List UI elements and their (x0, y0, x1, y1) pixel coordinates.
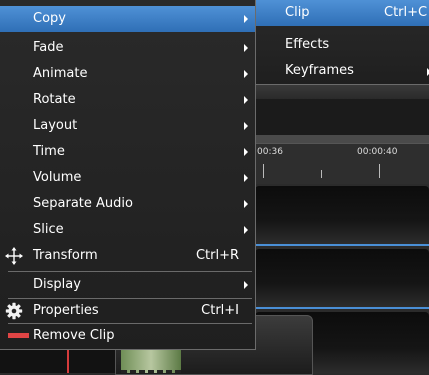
submenu-item-label: Keyframes (285, 63, 354, 78)
submenu-arrow-icon (244, 70, 248, 78)
menu-item-label: Copy (33, 11, 66, 26)
menu-item-label: Volume (33, 170, 82, 185)
shortcut-text: Ctrl+C (384, 5, 428, 20)
context-menu: Copy Fade Animate Rotate Layout Time Vol… (0, 0, 256, 350)
shortcut-text: Ctrl+I (201, 303, 239, 318)
submenu-arrow-icon (244, 200, 248, 208)
submenu-arrow-icon (244, 174, 248, 182)
menu-item-slice[interactable]: Slice (0, 217, 255, 243)
submenu-item-label: Effects (285, 37, 330, 52)
timeline-track[interactable] (255, 186, 429, 244)
ruler-tick-label: 00:36 (257, 147, 283, 157)
submenu-arrow-icon (244, 44, 248, 52)
submenu-arrow-icon (244, 122, 248, 130)
copy-submenu: Clip Ctrl+C Effects Keyframes (256, 0, 429, 85)
submenu-item-effects[interactable]: Effects (256, 33, 429, 57)
remove-icon (8, 333, 29, 338)
gear-icon (5, 302, 23, 320)
submenu-arrow-icon (244, 96, 248, 104)
timeline-divider (255, 135, 429, 143)
timeline-ruler[interactable]: 00:36 00:00:40 (255, 143, 429, 184)
menu-item-label: Rotate (33, 92, 76, 107)
menu-item-fade[interactable]: Fade (0, 35, 255, 61)
submenu-arrow-icon (244, 281, 248, 289)
menu-item-volume[interactable]: Volume (0, 165, 255, 191)
menu-item-remove-clip[interactable]: Remove Clip (0, 323, 255, 349)
menu-item-layout[interactable]: Layout (0, 113, 255, 139)
clip-thumbnail (121, 347, 181, 373)
submenu-item-clip[interactable]: Clip Ctrl+C (256, 0, 429, 26)
timeline-header (255, 99, 429, 135)
menu-item-animate[interactable]: Animate (0, 61, 255, 87)
submenu-item-keyframes[interactable]: Keyframes (256, 59, 429, 83)
track-separator (255, 244, 429, 246)
menu-item-label: Slice (33, 222, 64, 237)
move-arrows-icon (5, 247, 23, 265)
track-separator (255, 307, 429, 309)
menu-item-label: Transform (33, 248, 98, 263)
timeline-toolbar-strip (255, 85, 429, 99)
shortcut-text: Ctrl+R (195, 248, 239, 263)
submenu-item-label: Clip (285, 5, 310, 20)
menu-item-separate-audio[interactable]: Separate Audio (0, 191, 255, 217)
submenu-arrow-icon (244, 226, 248, 234)
menu-item-label: Animate (33, 66, 88, 81)
ruler-tick-label: 00:00:40 (357, 147, 398, 157)
menu-item-label: Separate Audio (33, 196, 133, 211)
menu-item-label: Fade (33, 40, 64, 55)
submenu-arrow-icon (244, 15, 248, 23)
menu-item-label: Remove Clip (33, 328, 115, 343)
menu-item-transform[interactable]: Transform Ctrl+R (0, 243, 255, 269)
menu-item-properties[interactable]: Properties Ctrl+I (0, 298, 255, 324)
timeline-track[interactable] (255, 249, 429, 307)
submenu-arrow-icon (244, 148, 248, 156)
menu-item-label: Layout (33, 118, 78, 133)
menu-item-display[interactable]: Display (0, 272, 255, 298)
menu-item-label: Properties (33, 303, 99, 318)
menu-item-copy[interactable]: Copy (0, 6, 255, 32)
menu-item-label: Display (33, 277, 81, 292)
menu-item-time[interactable]: Time (0, 139, 255, 165)
menu-item-label: Time (33, 144, 65, 159)
menu-item-rotate[interactable]: Rotate (0, 87, 255, 113)
